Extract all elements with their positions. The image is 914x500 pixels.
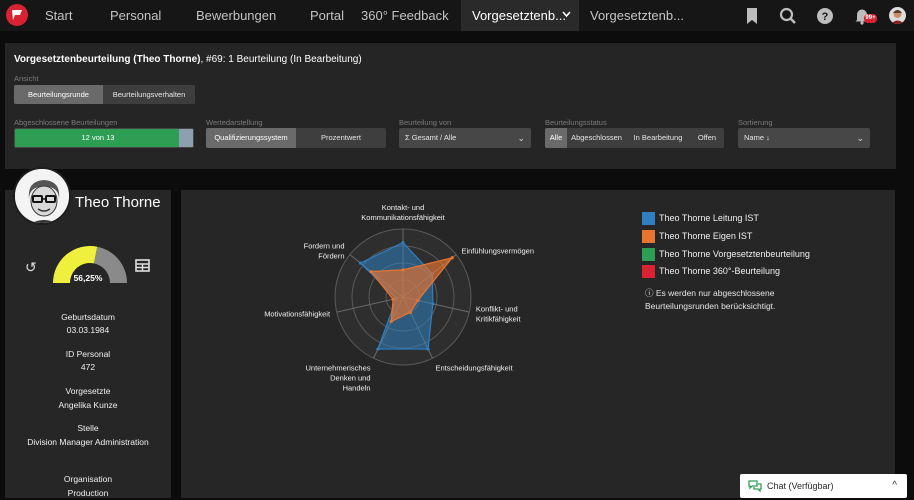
- radar-point: [376, 347, 380, 351]
- radar-point: [391, 297, 395, 301]
- radar-point: [416, 298, 420, 303]
- radar-point: [401, 241, 405, 245]
- radar-axis-label: Motivationsfähigkeit: [264, 310, 331, 319]
- legend-label: Theo Thorne Vorgesetztenbeurteilung: [659, 249, 810, 259]
- legend-label: Theo Thorne 360°-Beurteilung: [659, 266, 781, 276]
- radar-axis-label: Unternehmerisches Denken und Handeln: [306, 363, 371, 392]
- radar-axis-label: Einfühlungsvermögen: [461, 246, 534, 255]
- legend-swatch: [642, 230, 655, 243]
- radar-axis-label: Konflikt- und Kritikfähigkeit: [476, 305, 522, 324]
- radar-axis-label: Kontakt- und Kommunikationsfähigkeit: [361, 203, 445, 222]
- legend-label: Theo Thorne Leitung IST: [659, 213, 759, 223]
- chat-icon: [748, 480, 762, 492]
- radar-point: [426, 347, 430, 351]
- radar-axis-label: Fordern und Fördern: [304, 241, 345, 260]
- legend-swatch: [642, 212, 655, 225]
- radar-axis-label: Entscheidungsfähigkeit: [435, 363, 513, 372]
- chat-widget[interactable]: Chat (Verfügbar) ^: [740, 474, 907, 498]
- radar-point: [358, 261, 363, 265]
- radar-point: [401, 268, 405, 272]
- chart-note: ⓘ Es werden nur abgeschlossene Beurteilu…: [645, 288, 776, 311]
- legend-swatch: [642, 248, 655, 261]
- radar-point: [389, 319, 393, 324]
- chevron-up-icon: ^: [892, 480, 897, 491]
- radar-point: [431, 302, 435, 306]
- radar-point: [450, 256, 454, 260]
- radar-point: [369, 269, 373, 274]
- radar-point: [408, 310, 412, 314]
- legend-label: Theo Thorne Eigen IST: [659, 231, 753, 241]
- chat-label: Chat (Verfügbar): [767, 481, 834, 491]
- legend-swatch: [642, 265, 655, 278]
